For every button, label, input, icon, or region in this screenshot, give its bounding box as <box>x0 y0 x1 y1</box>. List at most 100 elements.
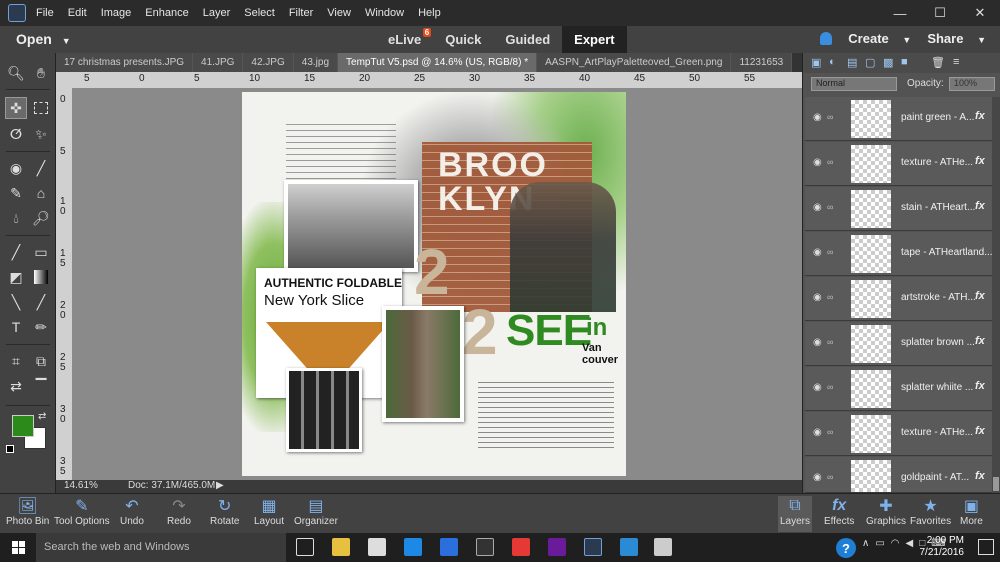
menu-window[interactable]: Window <box>365 7 404 19</box>
menu-select[interactable]: Select <box>244 7 275 19</box>
layer-row[interactable]: ◉ ∞ artstroke - ATH... fx <box>805 277 993 321</box>
create-button[interactable]: Create ▼ <box>848 31 911 46</box>
elements-taskbar-icon[interactable] <box>584 538 602 556</box>
dropbox-icon[interactable] <box>440 538 458 556</box>
document-canvas[interactable]: BROO KLYN AUTHENTIC FOLDABLE New York Sl… <box>242 92 626 476</box>
doc-tab[interactable]: 11231653 <box>731 53 793 72</box>
fx-icon[interactable]: fx <box>975 335 985 347</box>
straighten-tool-icon[interactable]: ▔ <box>30 375 52 397</box>
start-button[interactable] <box>0 533 36 562</box>
link-icon[interactable]: ∞ <box>827 292 833 302</box>
mode-expert[interactable]: Expert <box>562 26 627 53</box>
rotate-button[interactable]: ↻ Rotate <box>210 496 239 527</box>
link-icon[interactable]: ∞ <box>827 157 833 167</box>
more-button[interactable]: ▣ More <box>960 496 983 527</box>
help-tray-icon[interactable]: ? <box>836 538 856 558</box>
transform-tool-icon[interactable]: ⇄ <box>5 375 27 397</box>
eyedropper-icon[interactable]: ╲ <box>5 291 27 313</box>
opacity-input[interactable]: 100% <box>949 77 995 91</box>
gradient-tool-icon[interactable] <box>30 266 52 288</box>
eye-icon[interactable]: ◉ <box>813 157 822 168</box>
doc-tab[interactable]: 42.JPG <box>243 53 294 72</box>
mode-quick[interactable]: Quick <box>433 26 493 53</box>
crop-tool-icon[interactable]: ⌗ <box>5 350 27 372</box>
eye-icon[interactable]: ◉ <box>813 292 822 303</box>
close-icon[interactable]: ✕ <box>960 0 1000 26</box>
link-icon[interactable]: ∞ <box>827 247 833 257</box>
mask-icon[interactable]: ▢ <box>865 56 879 70</box>
new-layer-icon[interactable]: ▣ <box>811 56 825 70</box>
fx-icon[interactable]: fx <box>975 290 985 302</box>
red-eye-tool-icon[interactable]: ◉ <box>5 157 27 179</box>
link-icon[interactable]: ∞ <box>827 382 833 392</box>
layout-button[interactable]: ▦ Layout <box>254 496 284 527</box>
magic-wand-icon[interactable]: ✨︎ <box>30 123 52 145</box>
taskbar-search[interactable]: Search the web and Windows <box>36 533 286 562</box>
menu-edit[interactable]: Edit <box>68 7 87 19</box>
smart-brush-icon[interactable]: ✎ <box>5 182 27 204</box>
doc-tab[interactable]: 43.jpg <box>293 53 339 72</box>
menu-help[interactable]: Help <box>418 7 441 19</box>
doc-tab-active[interactable]: TempTut V5.psd @ 14.6% (US, RGB/8) * <box>338 53 538 72</box>
minimize-icon[interactable]: — <box>880 0 920 26</box>
lock-all-icon[interactable]: ■ <box>901 56 915 70</box>
swap-colors-icon[interactable]: ⇄ <box>38 411 46 422</box>
eraser-tool-icon[interactable]: ▭ <box>30 241 52 263</box>
eye-icon[interactable]: ◉ <box>813 202 822 213</box>
app-swirl-icon[interactable] <box>620 538 638 556</box>
mode-elive[interactable]: eLive 6 <box>376 26 433 53</box>
app-w-icon[interactable] <box>512 538 530 556</box>
menu-image[interactable]: Image <box>101 7 132 19</box>
paint-bucket-icon[interactable]: ◩ <box>5 266 27 288</box>
edge-icon[interactable] <box>404 538 422 556</box>
tray-arrow-icon[interactable]: ∧ <box>862 538 869 558</box>
default-colors-icon[interactable] <box>6 445 14 453</box>
type-tool-icon[interactable]: T <box>5 316 27 338</box>
layer-row[interactable]: ◉ ∞ splatter brown ... fx <box>805 322 993 366</box>
layer-row[interactable]: ◉ ∞ tape - ATHeartland... <box>805 232 993 276</box>
new-group-icon[interactable]: ▤ <box>847 56 861 70</box>
yahoo-icon[interactable] <box>548 538 566 556</box>
layers-scrollbar[interactable] <box>992 97 1000 493</box>
task-view-icon[interactable] <box>296 538 314 556</box>
photo-bin-button[interactable]: 🖼︎ Photo Bin <box>6 496 49 527</box>
redo-button[interactable]: ↷ Redo <box>167 496 191 527</box>
eye-icon[interactable]: ◉ <box>813 427 822 438</box>
fx-icon[interactable]: fx <box>975 380 985 392</box>
recompose-tool-icon[interactable]: ⧉ <box>30 350 52 372</box>
fx-icon[interactable]: fx <box>975 425 985 437</box>
sponge-tool-icon[interactable]: 🔎︎ <box>30 207 52 229</box>
photos-icon[interactable] <box>654 538 672 556</box>
eye-icon[interactable]: ◉ <box>813 247 822 258</box>
menu-layer[interactable]: Layer <box>203 7 231 19</box>
effects-button[interactable]: fx Effects <box>824 496 854 527</box>
blur-tool-icon[interactable]: 💧︎ <box>5 207 27 229</box>
fx-icon[interactable]: fx <box>975 470 985 482</box>
move-tool-icon[interactable]: ✜ <box>5 97 27 119</box>
fx-icon[interactable]: fx <box>975 155 985 167</box>
link-icon[interactable]: ∞ <box>827 112 833 122</box>
mode-guided[interactable]: Guided <box>493 26 562 53</box>
layer-row[interactable]: ◉ ∞ stain - ATHeart... fx <box>805 187 993 231</box>
maximize-icon[interactable]: ☐ <box>920 0 960 26</box>
doc-tab[interactable]: AASPN_ArtPlayPaletteoved_Green.png <box>537 53 732 72</box>
bell-icon[interactable] <box>820 32 833 45</box>
trash-icon[interactable]: 🗑︎ <box>931 56 945 70</box>
doc-tab[interactable]: 41.JPG <box>193 53 244 72</box>
zoom-tool-icon[interactable]: 🔍︎ <box>5 62 27 84</box>
eye-icon[interactable]: ◉ <box>813 112 822 123</box>
menu-enhance[interactable]: Enhance <box>145 7 188 19</box>
open-button[interactable]: Open ▼ <box>16 31 71 47</box>
lasso-tool-icon[interactable]: ⵚ <box>5 123 27 145</box>
brush-tool-icon[interactable]: ╱ <box>5 241 27 263</box>
link-icon[interactable]: ∞ <box>827 427 833 437</box>
pencil-tool-icon[interactable]: ✏︎ <box>30 316 52 338</box>
blend-mode-select[interactable]: Normal <box>811 77 897 91</box>
marquee-tool-icon[interactable] <box>30 97 52 119</box>
undo-button[interactable]: ↶ Undo <box>120 496 144 527</box>
healing-brush-icon[interactable]: ╱ <box>30 157 52 179</box>
clone-stamp-icon[interactable]: ⌂ <box>30 182 52 204</box>
menu-view[interactable]: View <box>327 7 351 19</box>
graphics-button[interactable]: ✚ Graphics <box>866 496 906 527</box>
eye-icon[interactable]: ◉ <box>813 382 822 393</box>
